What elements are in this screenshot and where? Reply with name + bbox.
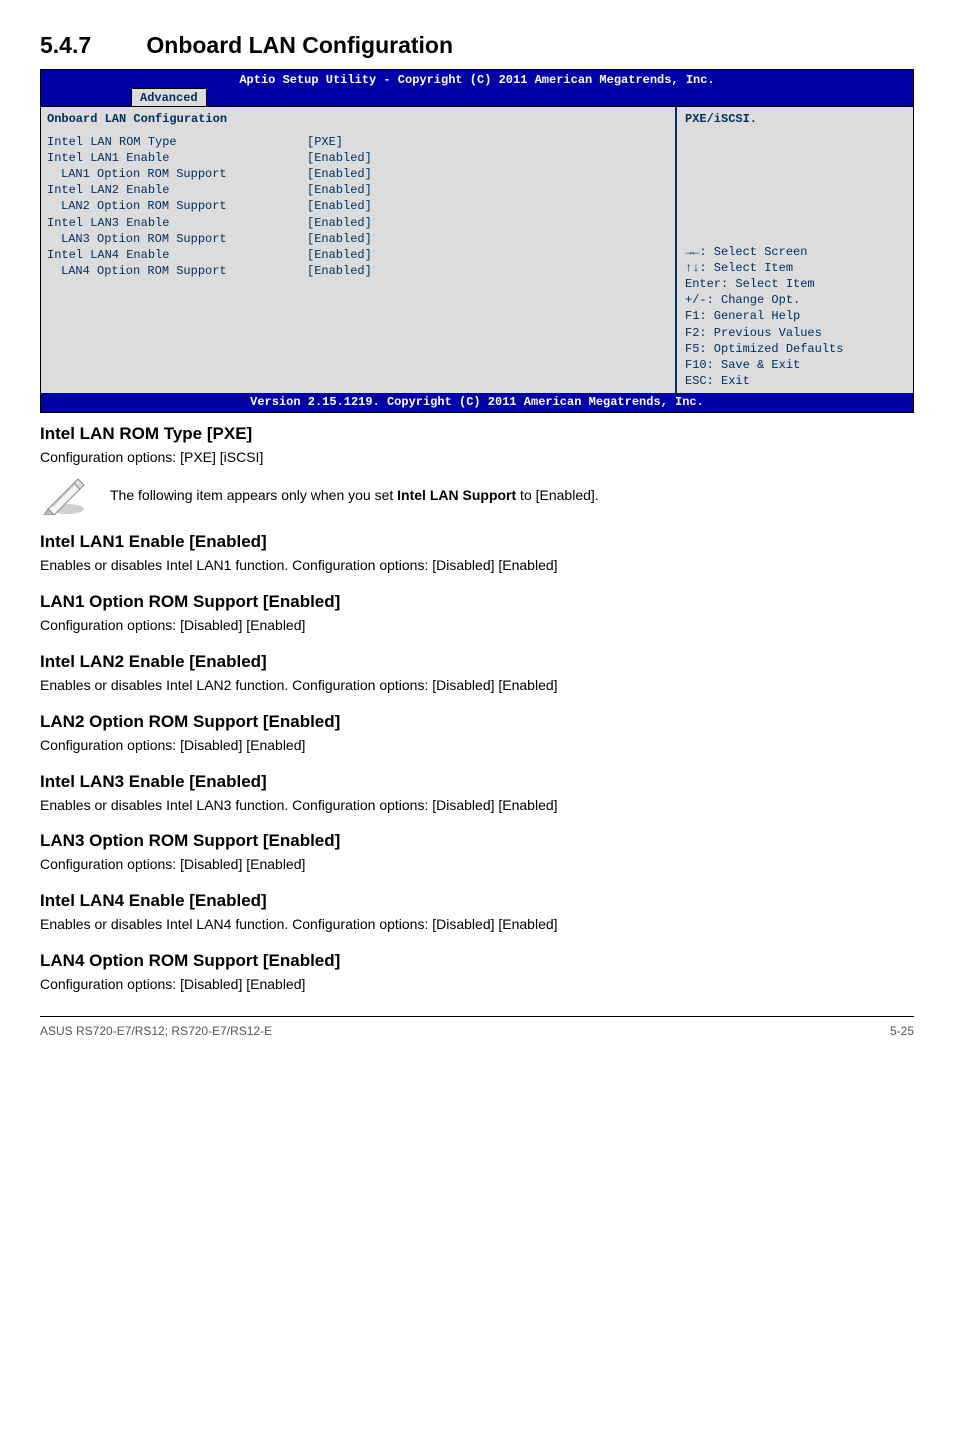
bios-left-panel: Onboard LAN Configuration Intel LAN ROM … xyxy=(41,107,675,393)
item-heading: Intel LAN4 Enable [Enabled] xyxy=(40,890,914,913)
section-title-text: Onboard LAN Configuration xyxy=(146,32,453,58)
bios-help-line: F10: Save & Exit xyxy=(685,357,905,373)
bios-help-line: F5: Optimized Defaults xyxy=(685,341,905,357)
note-icon xyxy=(40,475,86,515)
item-heading: LAN1 Option ROM Support [Enabled] xyxy=(40,591,914,614)
item-text: Enables or disables Intel LAN4 function.… xyxy=(40,915,914,934)
bios-config-row[interactable]: LAN1 Option ROM Support[Enabled] xyxy=(47,166,669,182)
bios-config-value: [Enabled] xyxy=(307,263,372,279)
bios-config-label: LAN1 Option ROM Support xyxy=(47,166,307,182)
bios-config-value: [Enabled] xyxy=(307,198,372,214)
bios-config-row[interactable]: Intel LAN3 Enable[Enabled] xyxy=(47,215,669,231)
bios-config-label: LAN2 Option ROM Support xyxy=(47,198,307,214)
bios-tab-row: Advanced xyxy=(41,88,913,106)
bios-config-row[interactable]: LAN3 Option ROM Support[Enabled] xyxy=(47,231,669,247)
bios-help-line: F2: Previous Values xyxy=(685,325,905,341)
bios-body: Onboard LAN Configuration Intel LAN ROM … xyxy=(41,106,913,393)
bios-config-label: LAN4 Option ROM Support xyxy=(47,263,307,279)
item-heading: Intel LAN1 Enable [Enabled] xyxy=(40,531,914,554)
bios-help-top: PXE/iSCSI. xyxy=(685,111,905,127)
subheading-rom-type: Intel LAN ROM Type [PXE] xyxy=(40,423,914,446)
bios-config-value: [Enabled] xyxy=(307,231,372,247)
item-heading: LAN2 Option ROM Support [Enabled] xyxy=(40,711,914,734)
section-number: 5.4.7 xyxy=(40,30,140,61)
bios-help-line: →←: Select Screen xyxy=(685,244,905,260)
item-heading: Intel LAN3 Enable [Enabled] xyxy=(40,771,914,794)
note-block: The following item appears only when you… xyxy=(40,475,914,515)
item-text: Configuration options: [Disabled] [Enabl… xyxy=(40,616,914,635)
item-text: Enables or disables Intel LAN2 function.… xyxy=(40,676,914,695)
bios-config-label: Intel LAN3 Enable xyxy=(47,215,307,231)
footer-left: ASUS RS720-E7/RS12; RS720-E7/RS12-E xyxy=(40,1023,272,1039)
bios-help-line: ↑↓: Select Item xyxy=(685,260,905,276)
item-heading: LAN3 Option ROM Support [Enabled] xyxy=(40,830,914,853)
bios-window: Aptio Setup Utility - Copyright (C) 2011… xyxy=(40,69,914,413)
bios-help-line: F1: General Help xyxy=(685,308,905,324)
bios-config-value: [Enabled] xyxy=(307,182,372,198)
item-heading: Intel LAN2 Enable [Enabled] xyxy=(40,651,914,674)
bios-config-row[interactable]: Intel LAN1 Enable[Enabled] xyxy=(47,150,669,166)
bios-config-value: [Enabled] xyxy=(307,150,372,166)
bios-config-row[interactable]: Intel LAN4 Enable[Enabled] xyxy=(47,247,669,263)
bios-help-line: ESC: Exit xyxy=(685,373,905,389)
page-footer: ASUS RS720-E7/RS12; RS720-E7/RS12-E 5-25 xyxy=(40,1016,914,1039)
subtext-rom-type: Configuration options: [PXE] [iSCSI] xyxy=(40,448,914,467)
bios-config-row[interactable]: Intel LAN2 Enable[Enabled] xyxy=(47,182,669,198)
bios-help-panel: PXE/iSCSI. →←: Select Screen↑↓: Select I… xyxy=(675,107,913,393)
bios-footer: Version 2.15.1219. Copyright (C) 2011 Am… xyxy=(41,393,913,412)
bios-panel-title: Onboard LAN Configuration xyxy=(47,111,669,127)
bios-help-line: +/-: Change Opt. xyxy=(685,292,905,308)
section-heading: 5.4.7 Onboard LAN Configuration xyxy=(40,30,914,61)
item-text: Configuration options: [Disabled] [Enabl… xyxy=(40,736,914,755)
bios-config-value: [Enabled] xyxy=(307,166,372,182)
bios-config-value: [PXE] xyxy=(307,134,343,150)
item-text: Enables or disables Intel LAN1 function.… xyxy=(40,556,914,575)
bios-config-value: [Enabled] xyxy=(307,247,372,263)
bios-config-label: Intel LAN ROM Type xyxy=(47,134,307,150)
item-text: Configuration options: [Disabled] [Enabl… xyxy=(40,855,914,874)
tab-advanced[interactable]: Advanced xyxy=(131,88,207,106)
bios-help-line: Enter: Select Item xyxy=(685,276,905,292)
bios-config-label: Intel LAN4 Enable xyxy=(47,247,307,263)
item-text: Configuration options: [Disabled] [Enabl… xyxy=(40,975,914,994)
bios-config-value: [Enabled] xyxy=(307,215,372,231)
bios-config-row[interactable]: Intel LAN ROM Type[PXE] xyxy=(47,134,669,150)
bios-config-row[interactable]: LAN4 Option ROM Support[Enabled] xyxy=(47,263,669,279)
bios-header: Aptio Setup Utility - Copyright (C) 2011… xyxy=(41,70,913,88)
bios-config-label: Intel LAN2 Enable xyxy=(47,182,307,198)
bios-config-label: LAN3 Option ROM Support xyxy=(47,231,307,247)
footer-right: 5-25 xyxy=(890,1023,914,1039)
bios-config-label: Intel LAN1 Enable xyxy=(47,150,307,166)
note-text: The following item appears only when you… xyxy=(110,486,599,505)
bios-config-row[interactable]: LAN2 Option ROM Support[Enabled] xyxy=(47,198,669,214)
item-heading: LAN4 Option ROM Support [Enabled] xyxy=(40,950,914,973)
item-text: Enables or disables Intel LAN3 function.… xyxy=(40,796,914,815)
